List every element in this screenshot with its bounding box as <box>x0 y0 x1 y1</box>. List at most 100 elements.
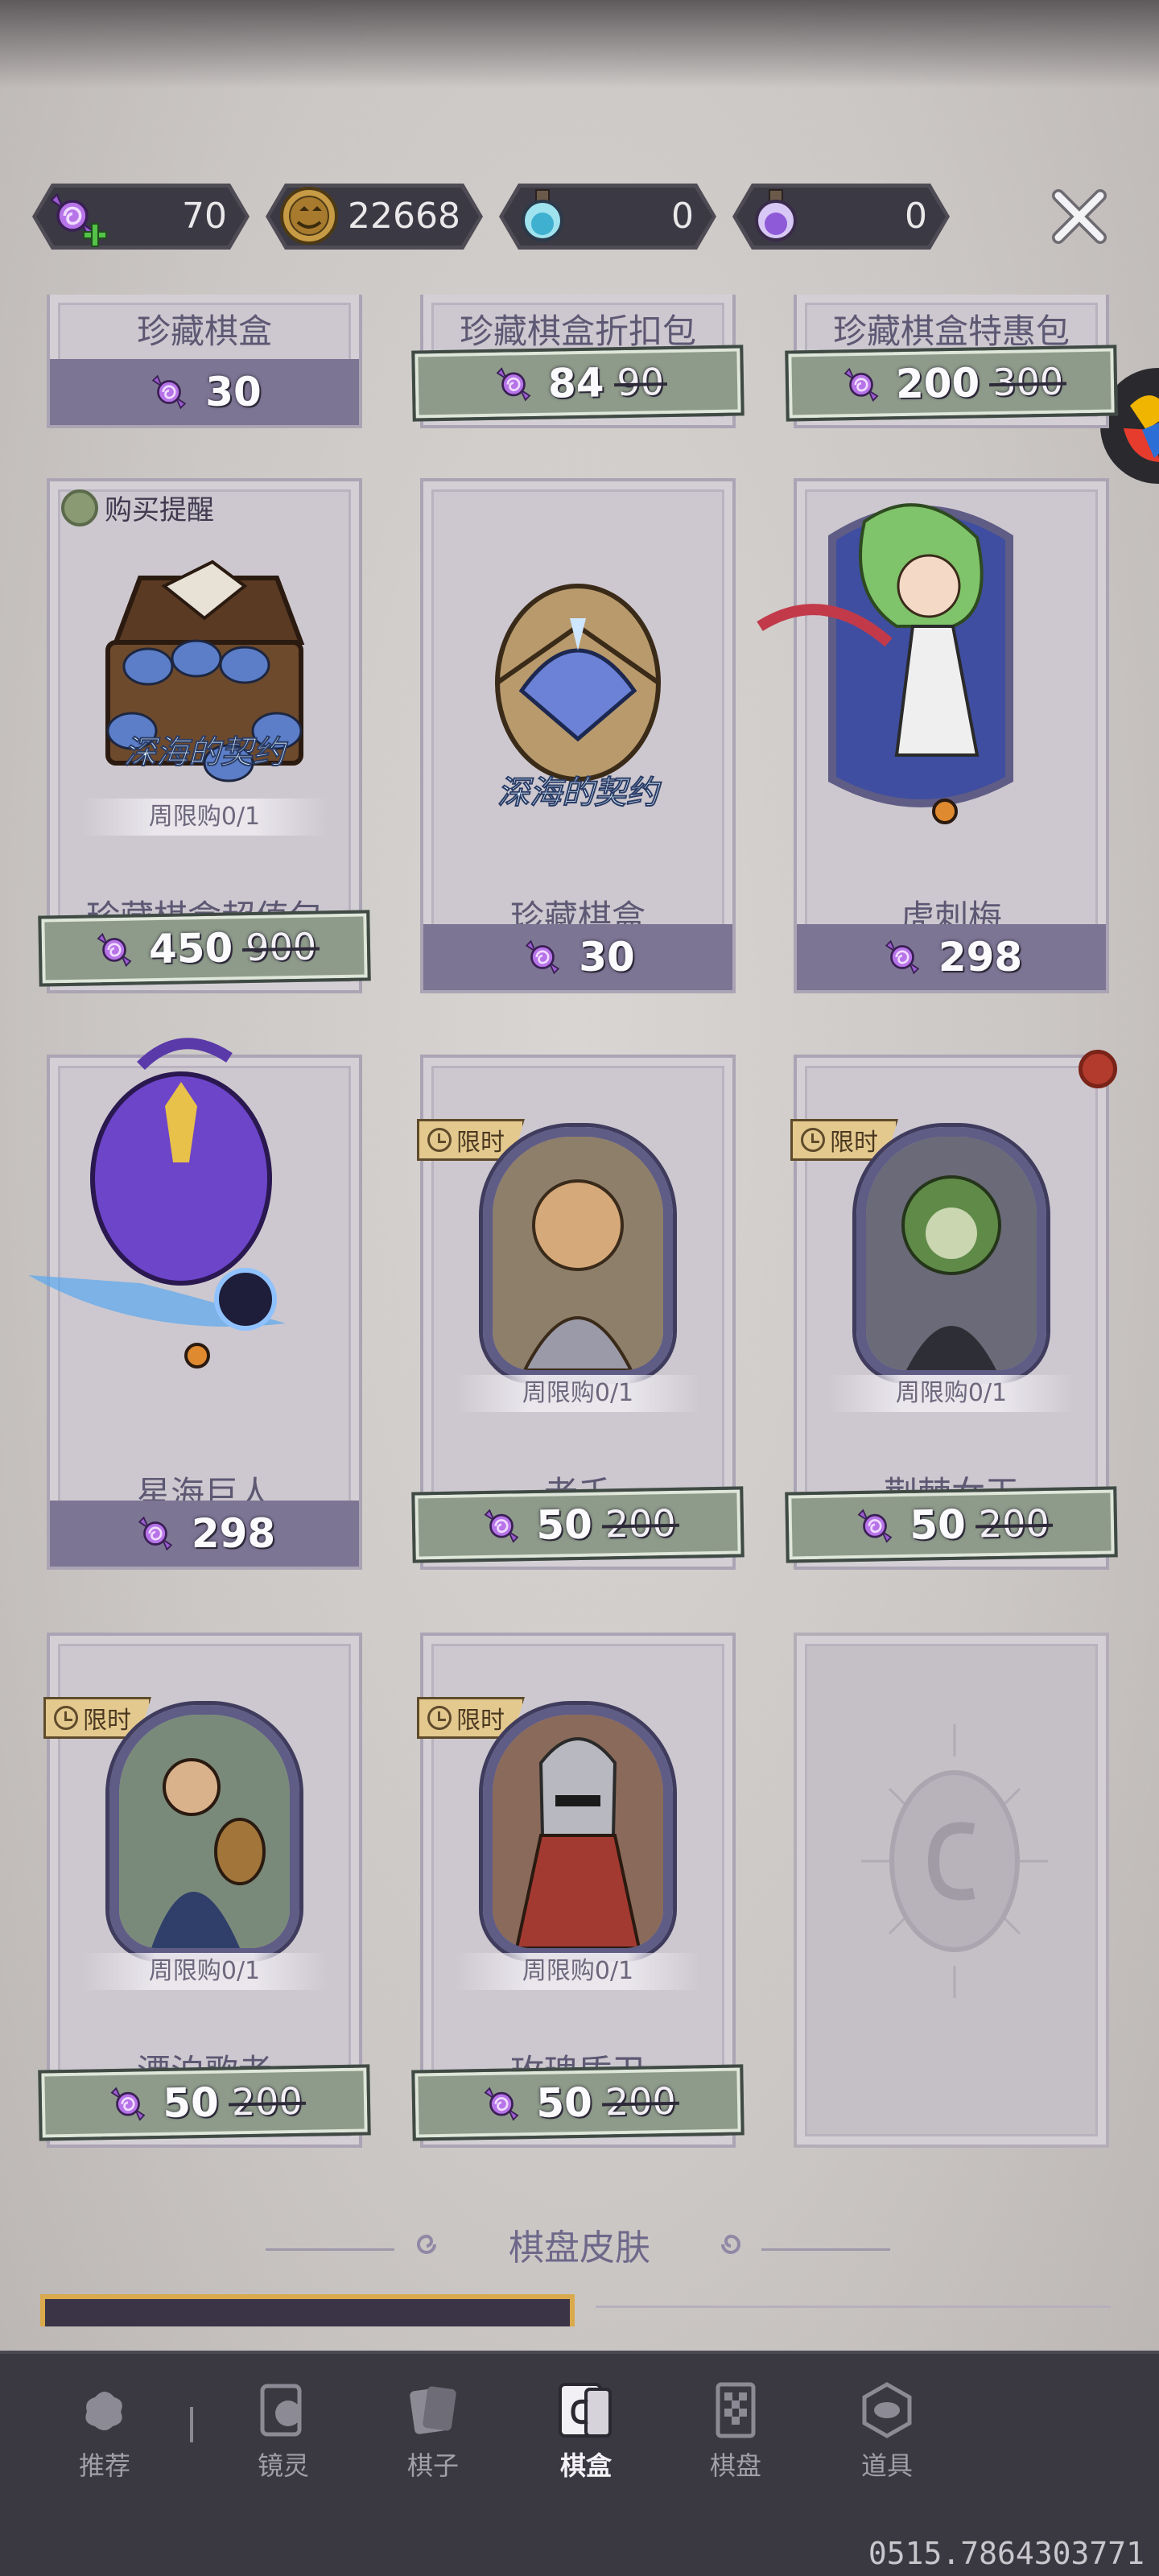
limited-time-label: 限时 <box>456 1707 505 1735</box>
price-value: 50 <box>162 2079 220 2127</box>
props-icon <box>862 2382 912 2438</box>
close-button[interactable] <box>1046 184 1112 250</box>
candy-icon <box>92 927 136 972</box>
nav-tab-props[interactable]: 道具 <box>823 2378 951 2483</box>
candy-icon <box>480 1504 524 1548</box>
reminder-checkbox-icon <box>61 489 98 526</box>
currency-candy[interactable]: 70 <box>32 184 250 250</box>
price-value: 298 <box>191 1510 276 1557</box>
nav-separator <box>190 2407 193 2442</box>
gold-count: 22668 <box>348 196 460 237</box>
clock-icon <box>801 1128 825 1152</box>
currency-blue-potion: 0 <box>499 184 716 250</box>
shop-item-cardsharp[interactable]: 限时 周限购0/1 老千 50 200 <box>411 1055 744 1570</box>
nav-label: 道具 <box>860 2450 913 2481</box>
price-original: 200 <box>231 2079 303 2124</box>
price-value: 84 <box>547 359 605 407</box>
price-button[interactable]: 30 <box>423 924 732 990</box>
item-name: 珍藏棋盒 <box>136 312 272 351</box>
price-value: 30 <box>579 934 635 980</box>
nav-label: 棋盒 <box>559 2450 612 2481</box>
price-button[interactable]: 50 200 <box>411 2064 744 2141</box>
nav-tab-spirit[interactable]: 镜灵 <box>219 2378 348 2483</box>
nav-label: 棋盘 <box>709 2450 761 2481</box>
hero-portrait-star-sea-giant <box>27 1038 286 1368</box>
notification-dot <box>1079 1050 1117 1088</box>
price-button[interactable]: 50 200 <box>785 1486 1118 1563</box>
price-original: 90 <box>617 360 665 405</box>
shop-item-star-sea-giant[interactable]: 星海巨人 298 <box>27 1038 362 1570</box>
price-value: 50 <box>909 1501 967 1549</box>
price-button[interactable]: 298 <box>797 924 1106 990</box>
chess-box-icon <box>559 2383 612 2438</box>
nav-tab-chess-pieces[interactable]: 棋子 <box>369 2378 497 2483</box>
price-button[interactable]: 298 <box>50 1501 359 1567</box>
chess-board-icon <box>716 2382 756 2438</box>
shop-item-crown-of-thorns[interactable]: 虎刺梅 298 <box>756 478 1109 993</box>
shop-item-collection-box-2[interactable]: 深海的契约 珍藏棋盒 30 <box>420 478 736 993</box>
candy-plus-icon[interactable] <box>39 179 113 253</box>
price-original: 200 <box>978 1501 1050 1546</box>
recommend-icon <box>85 2392 122 2430</box>
currency-purple-potion: 0 <box>732 184 950 250</box>
section-title-board-skins: 棋盘皮肤 <box>509 2227 650 2268</box>
hero-portrait-wandering-singer <box>109 1705 299 1958</box>
shop-item-thorn-queen[interactable]: 限时 周限购0/1 荆棘女王 50 200 <box>785 1050 1118 1570</box>
price-button[interactable]: 50 200 <box>38 2064 371 2141</box>
shop-item-collection-box[interactable]: 珍藏棋盒 30 <box>47 295 362 428</box>
shop-item-wandering-singer[interactable]: 限时 周限购0/1 漂泊歌者 50 200 <box>38 1633 371 2148</box>
price-original: 200 <box>604 2079 677 2124</box>
price-value: 30 <box>205 369 262 415</box>
price-button[interactable]: 30 <box>50 359 359 425</box>
price-button[interactable]: 84 90 <box>411 345 744 422</box>
purchase-reminder-toggle[interactable]: 购买提醒 <box>61 488 214 527</box>
art-caption: 深海的契约 <box>124 734 288 771</box>
limited-time-label: 限时 <box>456 1129 505 1157</box>
price-value: 450 <box>148 924 233 973</box>
chess-box-image: 深海的契约 <box>495 584 662 812</box>
candy-icon <box>106 2082 151 2126</box>
limited-time-label: 限时 <box>830 1129 878 1157</box>
candy-icon <box>147 370 191 414</box>
weekly-limit: 周限购0/1 <box>829 1375 1074 1412</box>
weekly-limit: 周限购0/1 <box>82 799 327 836</box>
nav-tab-chess-box[interactable]: 棋盒 <box>522 2378 650 2483</box>
shop-item-special-pack[interactable]: 珍藏棋盒特惠包 200 300 <box>785 295 1118 428</box>
treasure-chest-image: 深海的契约 <box>105 559 305 782</box>
limited-time-label: 限时 <box>83 1707 131 1735</box>
candy-icon <box>521 935 564 979</box>
blue-potion-count: 0 <box>671 196 694 237</box>
price-button[interactable]: 200 300 <box>785 345 1118 422</box>
shop-item-value-pack[interactable]: 购买提醒 深海的契约 周限购0/1 珍藏棋盒超值包 450 900 <box>38 478 371 993</box>
weekly-limit: 周限购0/1 <box>456 1375 700 1412</box>
price-button[interactable]: 450 900 <box>38 910 371 987</box>
hero-portrait-cardsharp <box>483 1127 673 1380</box>
section-divider-right <box>761 2248 890 2251</box>
shop-item-discount-pack[interactable]: 珍藏棋盒折扣包 84 90 <box>411 295 744 428</box>
nav-tab-recommend[interactable]: 推荐 <box>40 2378 169 2483</box>
price-button[interactable]: 50 200 <box>411 1486 744 1563</box>
watermark-id: 0515.7864303771 <box>868 2536 1145 2571</box>
swirl-ornament-icon <box>721 2234 740 2254</box>
blue-potion-icon <box>522 189 563 242</box>
nav-tab-chess-board[interactable]: 棋盘 <box>671 2378 800 2483</box>
nav-label: 镜灵 <box>257 2450 309 2481</box>
nav-label: 推荐 <box>78 2450 130 2481</box>
art-caption: 深海的契约 <box>497 774 662 811</box>
clock-icon <box>427 1706 452 1730</box>
price-value: 200 <box>895 359 980 408</box>
chess-piece-icon <box>410 2386 456 2434</box>
empty-slot-placeholder <box>794 1633 1109 2148</box>
candy-icon <box>881 935 924 979</box>
price-original: 900 <box>245 924 317 970</box>
hero-portrait-rose-guard <box>483 1705 673 1958</box>
shop-item-rose-guard[interactable]: 限时 周限购0/1 玫瑰盾卫 50 200 <box>411 1633 744 2148</box>
board-skin-item-peek[interactable] <box>40 2294 575 2326</box>
hero-portrait-thorn-queen <box>856 1127 1046 1380</box>
candy-icon <box>480 2082 524 2126</box>
price-original: 300 <box>992 359 1064 405</box>
currency-gold: 22668 <box>266 184 483 250</box>
pumpkin-coin-icon <box>280 187 338 245</box>
empty-slot-emblem-icon <box>861 1724 1048 1998</box>
board-skin-divider <box>596 2306 1111 2308</box>
